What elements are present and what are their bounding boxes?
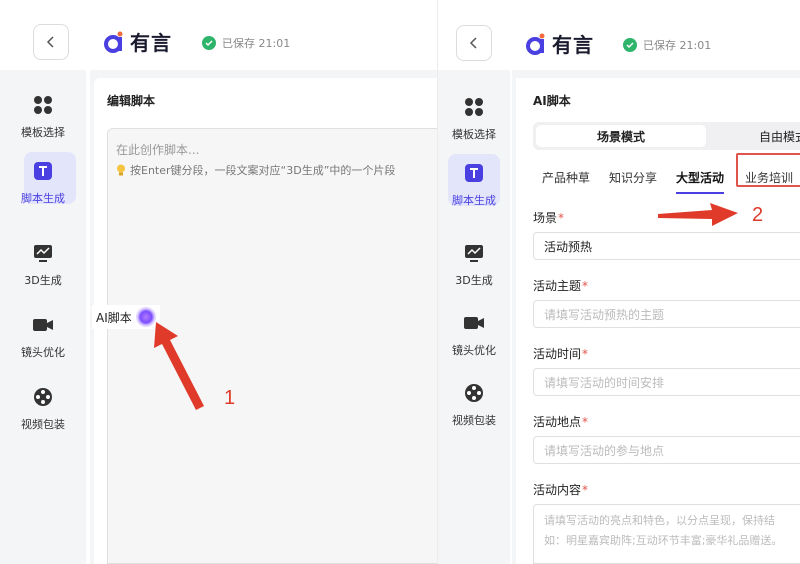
annotation-arrow-2	[658, 203, 738, 226]
tab-knowledge-sharing[interactable]: 知识分享	[609, 168, 657, 194]
back-button[interactable]	[33, 24, 69, 60]
ai-script-card: AI脚本 场景模式 自由模式 产品种草 知识分享 大型活动 业务培训 场景* 活…	[516, 78, 800, 564]
field-label-theme: 活动主题*	[533, 279, 589, 293]
editor-hint-text: 按Enter键分段，一段文案对应“3D生成”中的一个片段	[130, 164, 396, 177]
sidebar-item-script[interactable]: 脚本生成	[0, 152, 86, 206]
brand-logo: 有言	[104, 27, 172, 56]
grid-icon	[461, 94, 487, 120]
sidebar-item-label: 脚本生成	[452, 194, 496, 207]
sidebar-item-package[interactable]: 视频包装	[438, 380, 510, 428]
mode-toggle: 场景模式 自由模式	[533, 122, 800, 150]
sidebar-item-camera[interactable]: 镜头优化	[0, 312, 86, 360]
sidebar-item-label: 视频包装	[21, 418, 65, 431]
grid-icon	[30, 92, 56, 118]
ai-script-area: AI脚本 场景模式 自由模式 产品种草 知识分享 大型活动 业务培训 场景* 活…	[512, 70, 800, 564]
sidebar-item-label: 模板选择	[21, 126, 65, 139]
save-status-text: 已保存 21:01	[643, 39, 712, 52]
sidebar-item-camera[interactable]: 镜头优化	[438, 310, 510, 358]
monitor-chart-icon	[30, 240, 56, 266]
sidebar-item-label: 3D生成	[455, 274, 493, 287]
editor-placeholder: 在此创作脚本...	[116, 143, 200, 157]
ai-script-title: AI脚本	[533, 94, 571, 108]
mode-scene-button[interactable]: 场景模式	[536, 125, 706, 147]
annotation-number-2: 2	[752, 204, 764, 226]
field-label-content: 活动内容*	[533, 483, 589, 497]
brand-name: 有言	[130, 31, 172, 55]
chevron-left-icon	[469, 37, 477, 49]
lightbulb-icon	[117, 164, 125, 176]
sidebar-item-script[interactable]: 脚本生成	[438, 154, 510, 208]
left-screenshot-panel: 有言 已保存 21:01 模板选择 脚本生成 3D生成 镜头优化 视频包装 编辑…	[0, 0, 437, 564]
field-label-time: 活动时间*	[533, 347, 589, 361]
monitor-chart-icon	[461, 240, 487, 266]
chevron-left-icon	[46, 36, 54, 48]
ai-script-label: AI脚本	[96, 310, 132, 325]
check-circle-icon	[623, 38, 637, 52]
logo-mark-icon	[104, 31, 126, 53]
save-status-text: 已保存 21:01	[222, 37, 291, 50]
sidebar-item-3d[interactable]: 3D生成	[438, 240, 510, 288]
annotation-number-1: 1	[224, 387, 236, 409]
event-time-input[interactable]: 请填写活动的时间安排	[533, 368, 800, 396]
annotation-highlight-box	[736, 153, 800, 187]
annotation-arrow-1	[154, 322, 204, 410]
sidebar-item-package[interactable]: 视频包装	[0, 384, 86, 432]
video-camera-icon	[461, 310, 487, 336]
tab-large-event[interactable]: 大型活动	[676, 168, 725, 194]
scene-select[interactable]: 活动预热	[533, 232, 800, 260]
sidebar-item-label: 视频包装	[452, 414, 496, 427]
sidebar-item-label: 镜头优化	[21, 346, 65, 359]
text-t-icon	[30, 158, 56, 184]
sidebar-item-label: 脚本生成	[21, 192, 65, 205]
event-theme-input[interactable]: 请填写活动预热的主题	[533, 300, 800, 328]
editor-hint: 按Enter键分段，一段文案对应“3D生成”中的一个片段	[116, 162, 395, 178]
video-camera-icon	[30, 312, 56, 338]
event-location-input[interactable]: 请填写活动的参与地点	[533, 436, 800, 464]
brand-logo: 有言	[526, 29, 594, 58]
back-button[interactable]	[456, 25, 492, 61]
logo-mark-icon	[526, 33, 548, 55]
sidebar-item-label: 镜头优化	[452, 344, 496, 357]
tab-product-seeding[interactable]: 产品种草	[542, 168, 590, 194]
sidebar-item-label: 模板选择	[452, 128, 496, 141]
field-label-scene: 场景*	[533, 211, 565, 225]
sidebar: 模板选择 脚本生成 3D生成 镜头优化 视频包装	[0, 70, 86, 564]
sidebar-item-template[interactable]: 模板选择	[438, 94, 510, 142]
check-circle-icon	[202, 36, 216, 50]
sidebar-item-template[interactable]: 模板选择	[0, 92, 86, 140]
event-content-textarea[interactable]: 请填写活动的亮点和特色，以分点呈现，保持结 如：明星嘉宾助阵;互动环节丰富;豪华…	[533, 504, 800, 564]
sidebar: 模板选择 脚本生成 3D生成 镜头优化 视频包装	[438, 70, 510, 564]
brand-name: 有言	[552, 33, 594, 57]
sidebar-item-3d[interactable]: 3D生成	[0, 240, 86, 288]
save-status: 已保存 21:01	[623, 37, 711, 53]
text-t-icon	[461, 160, 487, 186]
textarea-placeholder-line: 请填写活动的亮点和特色，以分点呈现，保持结	[544, 514, 775, 527]
editor-title: 编辑脚本	[107, 94, 156, 108]
sidebar-item-label: 3D生成	[24, 274, 62, 287]
film-reel-icon	[30, 384, 56, 410]
textarea-placeholder-line: 如：明星嘉宾助阵;互动环节丰富;豪华礼品赠送。	[544, 534, 783, 547]
field-label-location: 活动地点*	[533, 415, 589, 429]
right-screenshot-panel: 有言 已保存 21:01 模板选择 脚本生成 3D生成 镜头优化 视频包装 AI…	[437, 0, 800, 564]
film-reel-icon	[461, 380, 487, 406]
mode-free-button[interactable]: 自由模式	[733, 122, 800, 150]
save-status: 已保存 21:01	[202, 35, 290, 51]
